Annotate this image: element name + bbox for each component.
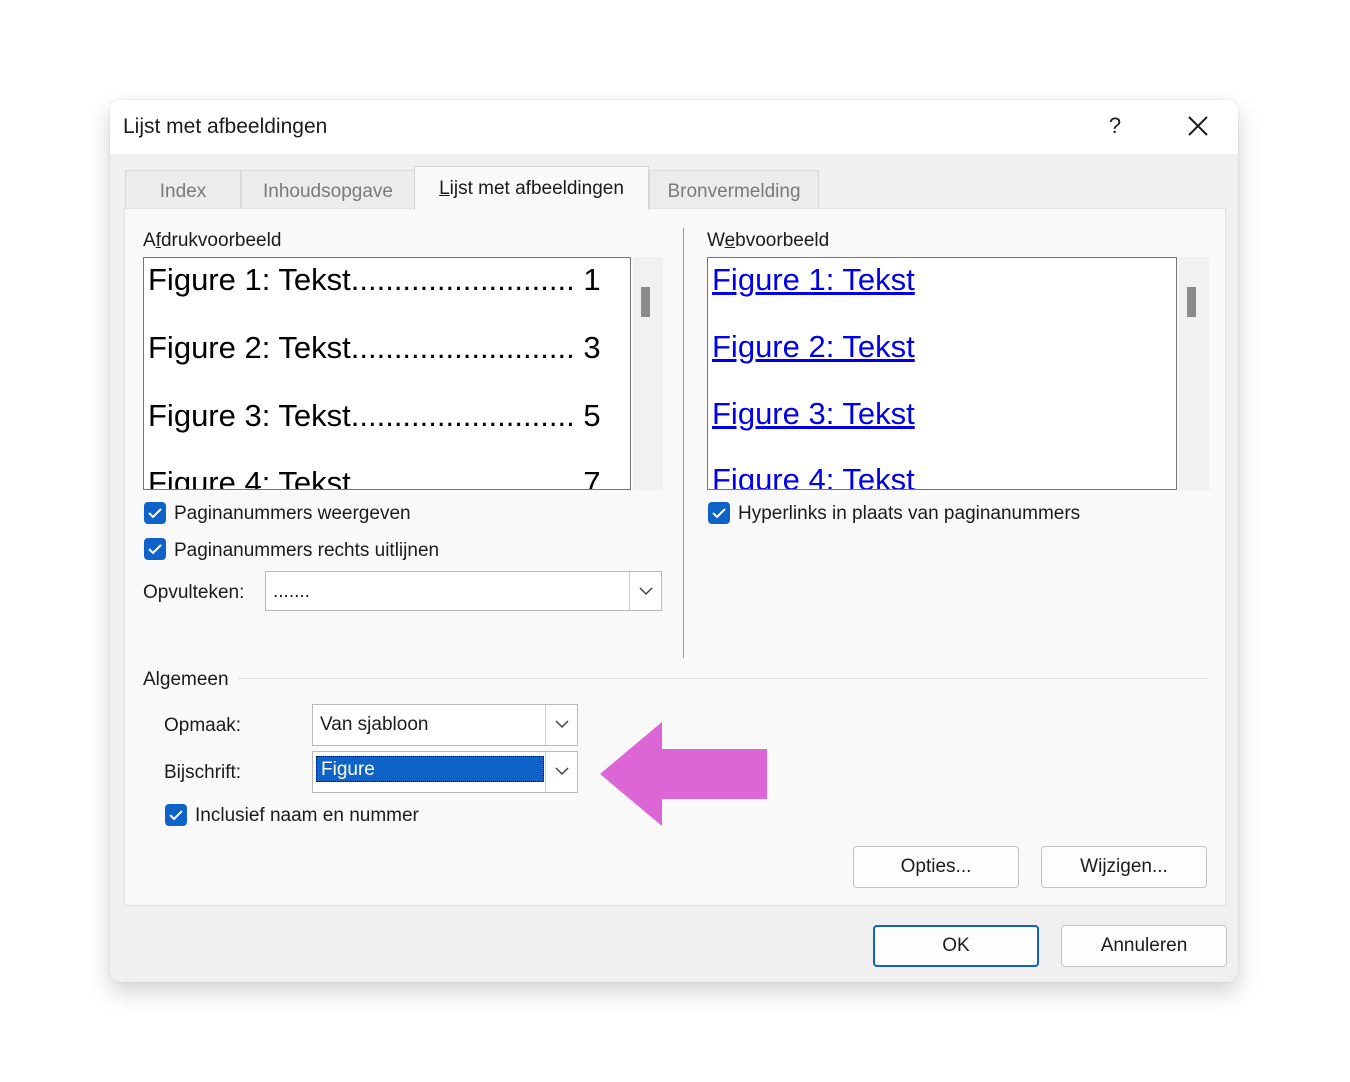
title-bar: Lijst met afbeeldingen ?	[110, 100, 1238, 154]
format-combo[interactable]: Van sjabloon	[312, 704, 578, 746]
dialog-title: Lijst met afbeeldingen	[123, 115, 328, 138]
caption-label: Bijschrift:	[164, 762, 242, 783]
show-page-numbers-checkbox[interactable]	[144, 502, 166, 524]
right-align-checkbox[interactable]	[144, 538, 166, 560]
web-preview-label: Webvoorbeeld	[707, 230, 830, 251]
tab-leader-combo[interactable]: .......	[265, 571, 662, 611]
print-preview-row: Figure 1: Tekst.........................…	[148, 262, 601, 297]
tab-lijst-met-afbeeldingen[interactable]: Lijst met afbeeldingen	[414, 166, 649, 210]
hyperlinks-checkbox[interactable]	[708, 502, 730, 524]
scrollbar-thumb[interactable]	[641, 287, 650, 317]
dropdown-arrow[interactable]	[545, 752, 577, 792]
close-icon	[1188, 116, 1208, 136]
print-preview-scrollbar[interactable]	[633, 257, 663, 490]
scrollbar-thumb[interactable]	[1187, 287, 1196, 317]
chevron-down-icon	[555, 720, 569, 729]
caption-value[interactable]: Figure	[316, 756, 544, 782]
chevron-down-icon	[639, 587, 653, 596]
tab-leader-label: Opvulteken:	[143, 582, 245, 603]
dropdown-arrow[interactable]	[629, 572, 661, 610]
print-preview-row: Figure 2: Tekst.........................…	[148, 330, 601, 365]
dialog-window: Lijst met afbeeldingen ? Index Inhoudsop…	[110, 100, 1238, 982]
print-preview-label: Afdrukvoorbeeld	[143, 230, 282, 251]
dropdown-arrow[interactable]	[545, 705, 577, 745]
close-button[interactable]	[1178, 108, 1218, 144]
tab-bronvermelding[interactable]: Bronvermelding	[649, 170, 819, 208]
right-align-label: Paginanummers rechts uitlijnen	[174, 540, 440, 561]
options-button[interactable]: Opties...	[853, 846, 1019, 888]
help-button[interactable]: ?	[1100, 110, 1130, 142]
modify-button[interactable]: Wijzigen...	[1041, 846, 1207, 888]
checkmark-icon	[169, 810, 183, 821]
format-value: Van sjabloon	[320, 714, 429, 735]
checkmark-icon	[148, 544, 162, 555]
tab-leader-value: .......	[273, 581, 310, 602]
tab-label: L	[439, 178, 450, 199]
web-preview-scrollbar[interactable]	[1179, 257, 1209, 490]
format-label: Opmaak:	[164, 715, 242, 736]
include-label-text: Inclusief naam en nummer	[195, 805, 419, 826]
web-preview-link: Figure 4: Tekst	[712, 462, 915, 490]
caption-combo[interactable]: Figure	[312, 751, 578, 793]
annotation-arrow-icon	[600, 722, 767, 826]
group-divider	[238, 678, 1208, 679]
print-preview-row: Figure 4: Tekst.........................…	[148, 465, 601, 490]
print-preview-row: Figure 3: Tekst.........................…	[148, 398, 601, 433]
web-preview-link: Figure 1: Tekst	[712, 262, 915, 297]
hyperlinks-label: Hyperlinks in plaats van paginanummers	[738, 503, 1081, 524]
print-preview-box: Figure 1: Tekst.........................…	[143, 257, 631, 490]
cancel-button[interactable]: Annuleren	[1061, 925, 1227, 967]
tab-inhoudsopgave[interactable]: Inhoudsopgave	[241, 170, 415, 208]
web-preview-link: Figure 3: Tekst	[712, 396, 915, 431]
tab-index[interactable]: Index	[125, 170, 241, 208]
checkmark-icon	[148, 508, 162, 519]
general-heading: Algemeen	[143, 669, 229, 690]
chevron-down-icon	[555, 767, 569, 776]
section-divider	[683, 228, 684, 658]
web-preview-box: Figure 1: Tekst Figure 2: Tekst Figure 3…	[707, 257, 1177, 490]
include-label-checkbox[interactable]	[165, 804, 187, 826]
checkmark-icon	[712, 508, 726, 519]
tab-label-rest: ijst met afbeeldingen	[449, 178, 624, 199]
ok-button[interactable]: OK	[873, 925, 1039, 967]
web-preview-link: Figure 2: Tekst	[712, 329, 915, 364]
show-page-numbers-label: Paginanummers weergeven	[174, 503, 411, 524]
